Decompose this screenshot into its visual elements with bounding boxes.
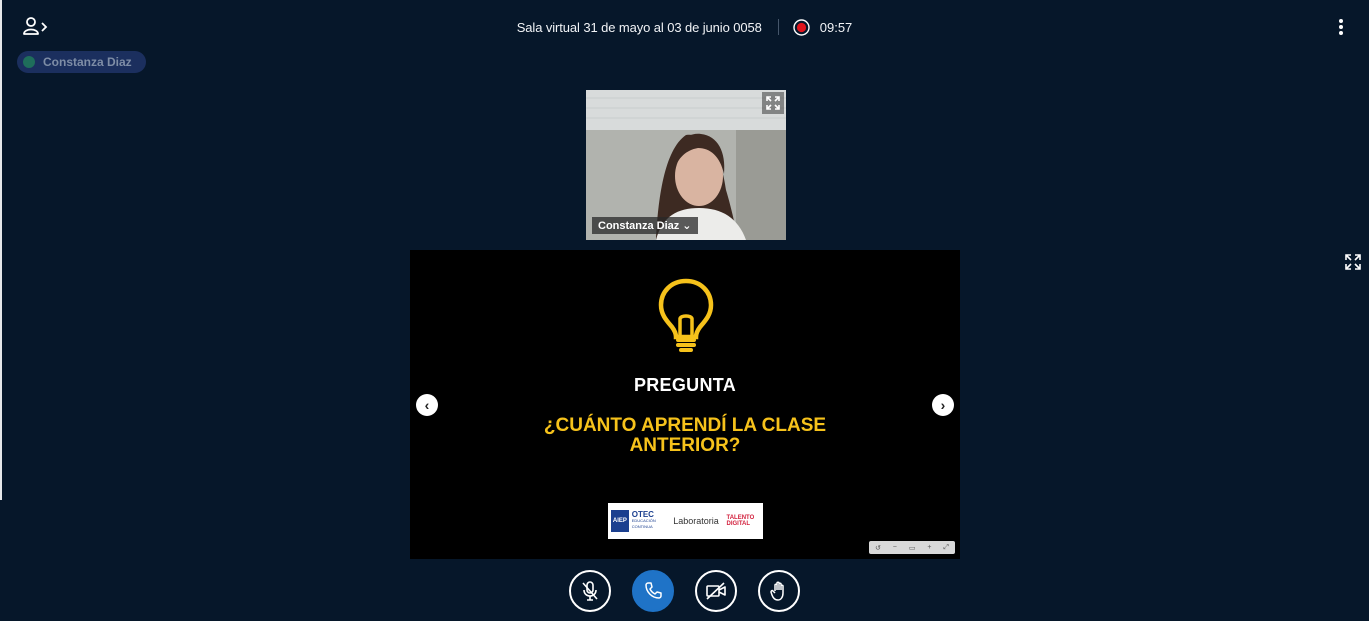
muted-microphone-icon — [582, 581, 598, 601]
aiep-logo: AIEP — [611, 510, 629, 532]
slide-question: ¿CUÁNTO APRENDÍ LA CLASE ANTERIOR? — [410, 416, 960, 456]
otec-logo-subtext: EDUCACIÓN CONTINUA — [631, 518, 656, 529]
leave-audio-button[interactable] — [632, 570, 674, 612]
webcam-user-name: Constanza Diaz — [598, 219, 680, 232]
talking-dot-icon — [23, 56, 35, 68]
chevron-down-icon: ⌄ — [682, 220, 692, 232]
slide-question-line1: ¿CUÁNTO APRENDÍ LA CLASE — [543, 415, 827, 436]
record-icon[interactable] — [793, 18, 810, 36]
talento-digital-logo: TALENTO DIGITAL — [727, 515, 761, 527]
otec-logo: OTEC EDUCACIÓN CONTINUA — [631, 511, 666, 530]
phone-icon — [645, 582, 662, 599]
recording-timer: 09:57 — [819, 19, 853, 35]
webcam-fullscreen-icon[interactable] — [762, 92, 784, 114]
previous-slide-button[interactable]: ‹ — [416, 394, 438, 416]
presentation-toolbar[interactable]: ↺ − ▭ + ⤢ — [869, 541, 955, 554]
zoom-in-icon[interactable]: + — [927, 544, 931, 551]
window-edge — [0, 0, 2, 500]
talento-logo-text: TALENTO DIGITAL — [726, 515, 755, 527]
laboratoria-logo: Laboratoria — [673, 516, 722, 526]
rotate-icon[interactable]: ↺ — [875, 544, 881, 552]
fit-icon[interactable]: ▭ — [909, 544, 916, 552]
raise-hand-icon — [770, 581, 784, 601]
video-off-icon — [706, 582, 726, 600]
video-button[interactable] — [695, 570, 737, 612]
zoom-out-icon[interactable]: − — [893, 544, 897, 551]
webcam-video[interactable]: Constanza Diaz ⌄ — [586, 90, 786, 240]
more-options-icon[interactable] — [1331, 16, 1351, 40]
laboratoria-logo-text: Laboratoria — [673, 516, 719, 526]
slide-question-line2: ANTERIOR? — [629, 435, 741, 456]
presentation-fullscreen-icon[interactable] — [1343, 252, 1363, 272]
talking-user-name: Constanza Diaz — [43, 55, 132, 69]
mute-button[interactable] — [569, 570, 611, 612]
next-slide-button[interactable]: › — [932, 394, 954, 416]
webcam-user-dropdown[interactable]: Constanza Diaz ⌄ — [592, 217, 698, 234]
expand-icon[interactable]: ⤢ — [943, 544, 949, 552]
presentation-slide: PREGUNTA ¿CUÁNTO APRENDÍ LA CLASE ANTERI… — [410, 250, 960, 559]
talking-indicator[interactable]: Constanza Diaz — [17, 51, 146, 73]
raise-hand-button[interactable] — [758, 570, 800, 612]
lightbulb-icon — [658, 278, 714, 352]
slide-heading: PREGUNTA — [633, 375, 737, 395]
meeting-header: Sala virtual 31 de mayo al 03 de junio 0… — [0, 18, 1369, 36]
header-divider — [777, 19, 779, 35]
sponsor-logos: AIEP OTEC EDUCACIÓN CONTINUA Laboratoria… — [608, 503, 763, 539]
meeting-title: Sala virtual 31 de mayo al 03 de junio 0… — [516, 19, 762, 35]
media-controls — [0, 570, 1369, 612]
